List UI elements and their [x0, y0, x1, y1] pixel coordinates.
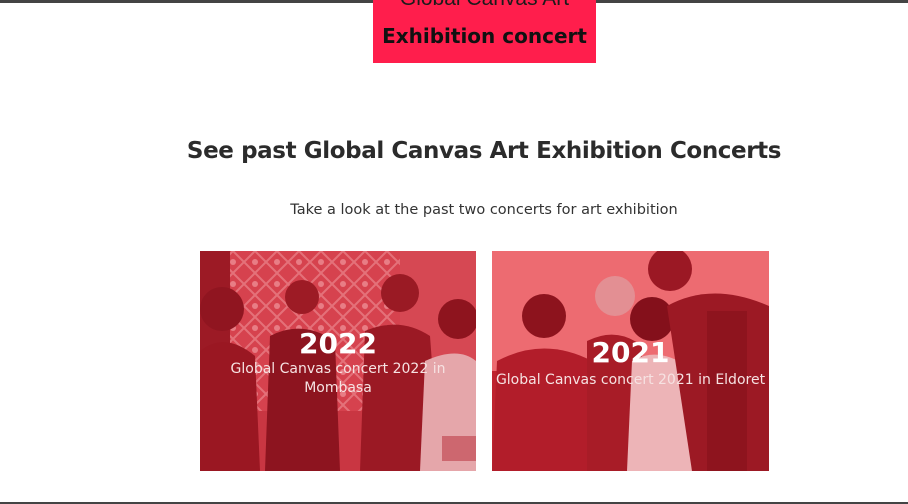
card-year: 2021	[591, 336, 670, 369]
banner-title-line2: Exhibition concert	[382, 24, 587, 48]
section-subtitle: Take a look at the past two concerts for…	[290, 202, 678, 218]
concert-card-2021[interactable]: 2021 Global Canvas concert 2021 in Eldor…	[492, 251, 769, 471]
card-caption: Global Canvas concert 2022 in Mombasa	[230, 361, 446, 396]
hero-banner: Global Canvas Art Exhibition concert	[373, 0, 596, 63]
card-caption: Global Canvas concert 2021 in Eldoret	[495, 372, 766, 388]
section-heading: See past Global Canvas Art Exhibition Co…	[186, 138, 782, 164]
concert-card-2022[interactable]: 2022 Global Canvas concert 2022 in Momba…	[200, 251, 476, 471]
card-year: 2022	[299, 327, 377, 360]
banner-title-line1: Global Canvas Art	[373, 0, 596, 11]
